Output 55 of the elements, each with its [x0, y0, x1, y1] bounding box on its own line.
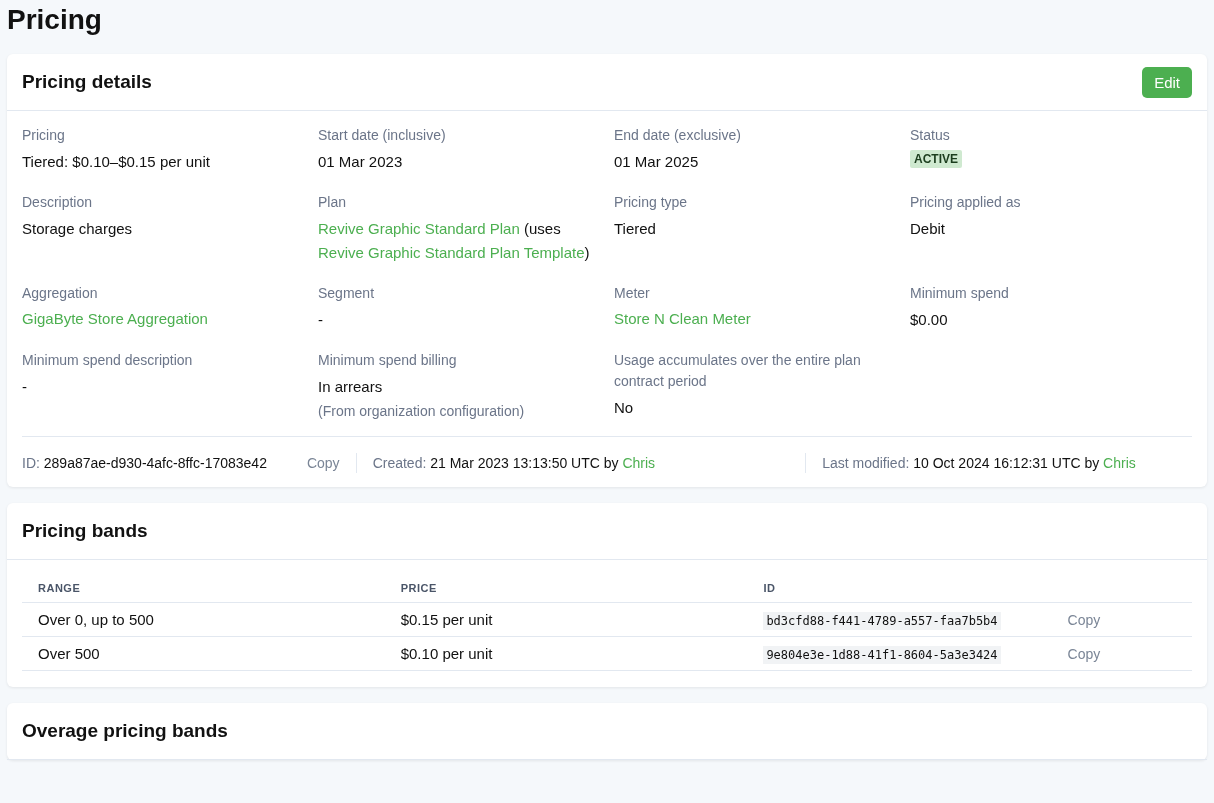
field-value: In arrears	[318, 377, 383, 397]
table-cell: $0.10 per unit	[384, 636, 748, 671]
copy-link[interactable]: Copy	[1067, 646, 1101, 662]
field-label: Pricing type	[614, 193, 688, 212]
field-value: 01 Mar 2023	[318, 152, 403, 172]
modified-info: Last modified: 10 Oct 2024 16:12:31 UTC by Chris	[821, 455, 1137, 471]
field-label: Plan	[318, 193, 347, 212]
created-info: Created: 21 Mar 2023 13:13:50 UTC by Chris	[371, 455, 657, 471]
field-label: Pricing	[22, 126, 65, 145]
column-header: ID	[747, 568, 1052, 603]
field-label: Minimum spend	[910, 284, 1009, 303]
field-label: Start date (inclusive)	[318, 126, 446, 145]
table-cell: Over 0, up to 500	[22, 602, 385, 637]
field-value: 01 Mar 2025	[614, 152, 699, 172]
field-value: -	[22, 377, 27, 397]
user-link[interactable]: Chris	[622, 455, 656, 471]
field-value: Revive Graphic Standard Plan (uses Revive Graphic Standard Plan Template)	[318, 219, 591, 263]
field-note: (From organization configuration)	[318, 403, 525, 419]
field-value: No	[614, 398, 634, 418]
field-value: Tiered: $0.10–$0.15 per unit	[22, 152, 210, 172]
field-value: Tiered	[614, 219, 656, 239]
field-label: Minimum spend description	[22, 351, 193, 370]
column-header: RANGE	[22, 568, 385, 603]
card-title: Pricing bands	[22, 520, 148, 542]
field-value: Debit	[910, 219, 946, 239]
record-id: ID: 289a87ae-d930-4afc-8ffc-17083e42	[22, 455, 267, 471]
field-value: Storage charges	[22, 219, 133, 239]
field-link[interactable]: Store N Clean Meter	[614, 308, 751, 330]
column-header: PRICE	[384, 568, 748, 603]
copy-link[interactable]: Copy	[266, 455, 356, 471]
field-value: -	[318, 310, 323, 330]
edit-button[interactable]: Edit	[1142, 66, 1192, 98]
field-label: End date (exclusive)	[614, 126, 741, 145]
status-badge: ACTIVE	[910, 150, 962, 168]
plan-link[interactable]: Revive Graphic Standard Plan Template	[318, 244, 585, 261]
card-title: Pricing details	[22, 71, 152, 93]
field-label: Usage accumulates over the entire plan contract period	[614, 351, 862, 391]
table-cell: Over 500	[22, 636, 385, 671]
user-link[interactable]: Chris	[1103, 455, 1136, 471]
field-label: Segment	[318, 284, 375, 303]
field-label: Meter	[614, 284, 650, 303]
field-label: Description	[22, 193, 93, 212]
field-label: Aggregation	[22, 284, 98, 303]
field-label: Status	[910, 126, 950, 145]
copy-link[interactable]: Copy	[1067, 612, 1101, 628]
field-link[interactable]: GigaByte Store Aggregation	[22, 308, 208, 330]
table-cell: $0.15 per unit	[384, 602, 748, 637]
card-title: Overage pricing bands	[22, 720, 228, 742]
page-title: Pricing	[7, 3, 103, 37]
field-label: Minimum spend billing	[318, 351, 457, 370]
plan-link[interactable]: Revive Graphic Standard Plan	[318, 220, 520, 237]
band-id: bd3cfd88-f441-4789-a557-faa7b5b4	[763, 612, 1001, 630]
field-value: $0.00	[910, 310, 948, 330]
band-id: 9e804e3e-1d88-41f1-8604-5a3e3424	[763, 646, 1001, 664]
field-label: Pricing applied as	[910, 193, 1021, 212]
